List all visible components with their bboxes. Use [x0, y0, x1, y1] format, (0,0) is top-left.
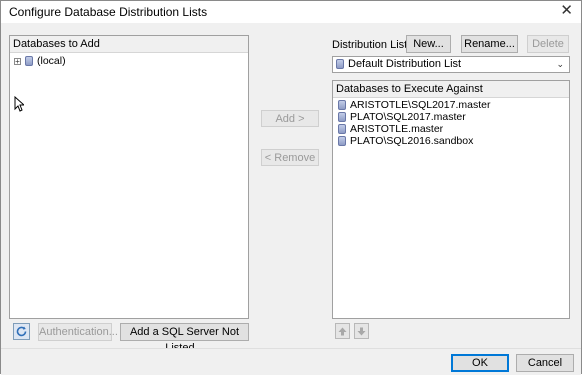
database-icon	[338, 112, 346, 123]
databases-to-add-header: Databases to Add	[10, 36, 248, 53]
refresh-button[interactable]	[13, 323, 30, 340]
expand-icon[interactable]: +	[14, 57, 21, 65]
rename-list-button[interactable]: Rename...	[461, 35, 518, 53]
add-sql-server-button[interactable]: Add a SQL Server Not Listed...	[120, 323, 249, 354]
databases-to-add-panel: Databases to Add + (local)	[9, 35, 249, 319]
list-item-label: PLATO\SQL2017.master	[350, 111, 466, 123]
remove-button[interactable]: < Remove	[261, 149, 319, 166]
database-icon	[338, 100, 346, 111]
list-item-label: ARISTOTLE\SQL2017.master	[350, 99, 491, 111]
database-list-icon	[336, 59, 344, 70]
chevron-down-icon: ⌄	[556, 59, 564, 69]
databases-to-execute-panel: Databases to Execute Against ARISTOTLE\S…	[332, 80, 570, 319]
databases-to-execute-header: Databases to Execute Against	[333, 81, 569, 98]
database-icon	[338, 124, 346, 135]
ok-button[interactable]: OK	[451, 354, 509, 372]
cancel-button[interactable]: Cancel	[516, 354, 574, 372]
database-icon	[338, 136, 346, 147]
arrow-up-icon	[338, 327, 347, 336]
title-bar: Configure Database Distribution Lists ✕	[1, 1, 581, 23]
selected-distribution-list: Default Distribution List	[348, 58, 462, 70]
window-title: Configure Database Distribution Lists	[9, 5, 208, 19]
move-up-button[interactable]	[335, 323, 350, 339]
arrow-down-icon	[357, 327, 366, 336]
dialog-window: Configure Database Distribution Lists ✕ …	[0, 0, 582, 375]
authentication-button[interactable]: Authentication...	[38, 323, 118, 341]
mouse-cursor-icon	[14, 96, 24, 112]
list-item-label: ARISTOTLE.master	[350, 123, 444, 135]
add-button[interactable]: Add >	[261, 110, 319, 127]
move-down-button[interactable]	[354, 323, 369, 339]
delete-list-button[interactable]: Delete	[527, 35, 569, 53]
new-list-button[interactable]: New...	[406, 35, 451, 53]
database-icon	[25, 56, 33, 67]
list-item[interactable]: ARISTOTLE.master	[333, 123, 569, 135]
list-item[interactable]: PLATO\SQL2017.master	[333, 111, 569, 123]
distribution-list-select[interactable]: Default Distribution List ⌄	[332, 56, 570, 73]
list-item-label: PLATO\SQL2016.sandbox	[350, 135, 474, 147]
list-item[interactable]: PLATO\SQL2016.sandbox	[333, 135, 569, 147]
close-icon[interactable]: ✕	[560, 3, 573, 19]
tree-item-local[interactable]: + (local)	[10, 55, 248, 67]
distribution-list-label: Distribution List:	[332, 39, 411, 51]
tree-item-label: (local)	[37, 55, 66, 67]
refresh-icon	[16, 326, 27, 337]
dialog-footer: OK Cancel	[1, 348, 581, 375]
list-item[interactable]: ARISTOTLE\SQL2017.master	[333, 99, 569, 111]
